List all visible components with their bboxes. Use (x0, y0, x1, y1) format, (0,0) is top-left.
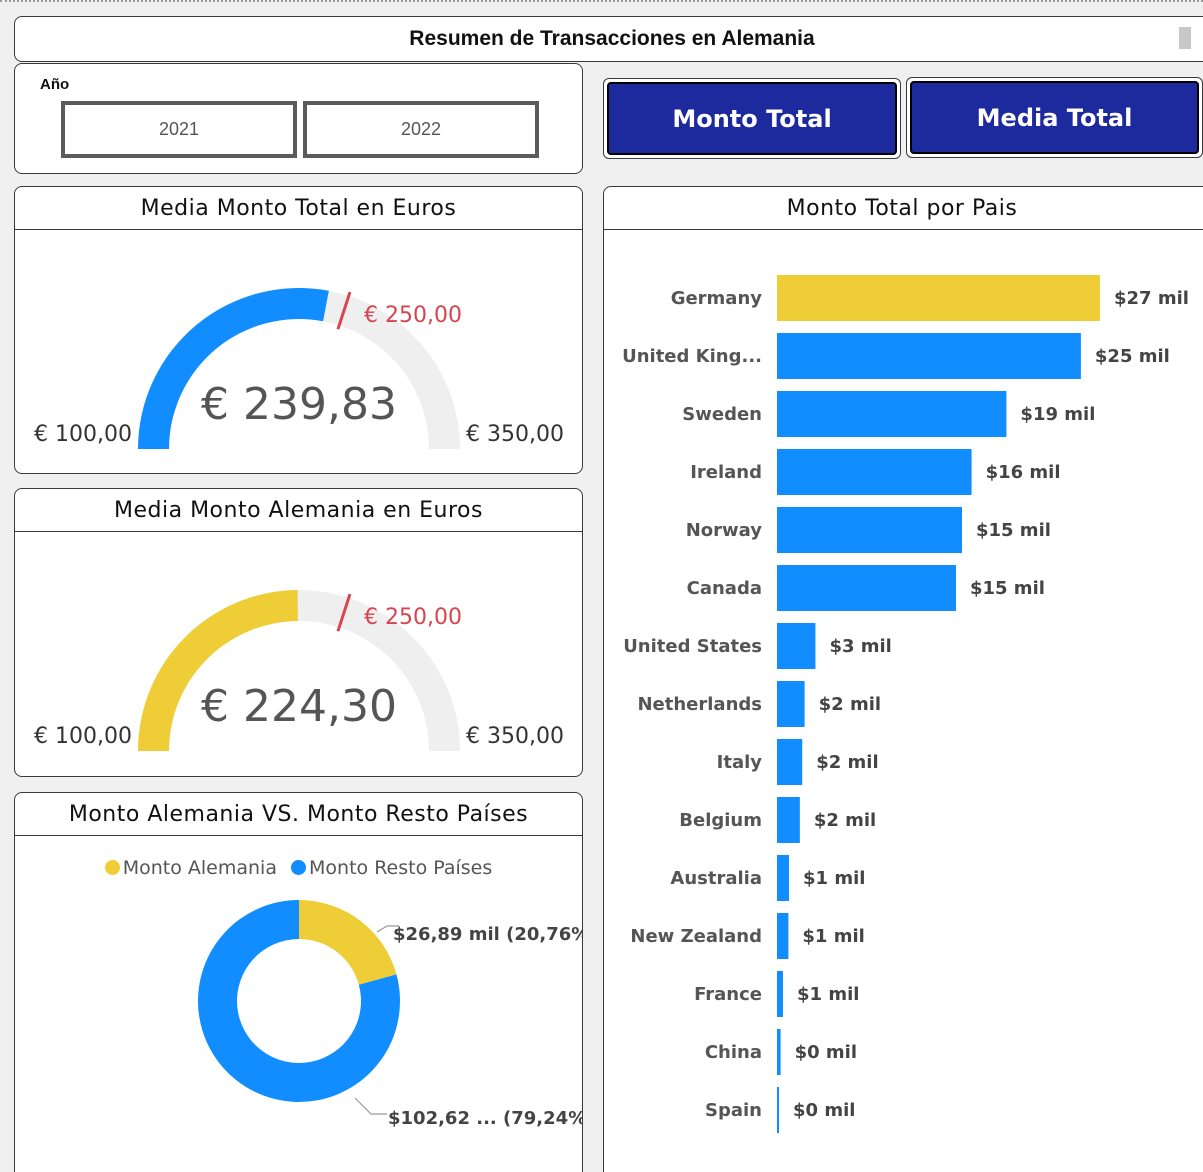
gauge-min-label: € 100,00 (34, 422, 132, 447)
bar-united-king[interactable] (777, 333, 1081, 379)
gauge-title: Media Monto Total en Euros (15, 187, 582, 230)
bar-spain[interactable] (777, 1087, 779, 1133)
bar-value-label: $2 mil (816, 752, 878, 773)
bar-value-label: $2 mil (814, 810, 876, 831)
report-header: Resumen de Transacciones en Alemania (14, 16, 1203, 62)
donut-panel: Monto Alemania VS. Monto Resto Países Mo… (14, 792, 583, 1172)
gauge-target-label: € 250,00 (364, 605, 462, 630)
bar-value-label: $16 mil (986, 462, 1061, 483)
media-total-label: Media Total (910, 81, 1199, 154)
bar-value-label: $0 mil (793, 1100, 855, 1121)
bar-united-states[interactable] (777, 623, 816, 669)
bar-category-label: Netherlands (637, 694, 762, 715)
bar-canada[interactable] (777, 565, 956, 611)
bar-category-label: United States (623, 636, 762, 657)
gauge-max-label: € 350,00 (466, 422, 564, 447)
gauge-min-label: € 100,00 (34, 724, 132, 749)
year-2021-button[interactable]: 2021 (61, 101, 297, 158)
slicer-label: Año (40, 76, 70, 93)
bar-value-label: $1 mil (797, 984, 859, 1005)
gauge-value-label: € 224,30 (201, 681, 397, 732)
legend-item-alemania[interactable]: Monto Alemania (104, 857, 277, 879)
bar-chart: Germany $27 mil United King... $25 mil Swede… (622, 275, 1189, 1133)
bar-category-label: Norway (686, 520, 763, 541)
legend-item-resto[interactable]: Monto Resto Países (291, 857, 492, 879)
bar-value-label: $15 mil (970, 578, 1045, 599)
bar-category-label: Spain (705, 1100, 762, 1121)
bar-norway[interactable] (777, 507, 962, 553)
bar-category-label: Germany (671, 288, 763, 309)
legend-dot (291, 860, 307, 875)
bar-france[interactable] (777, 971, 784, 1017)
bar-italy[interactable] (777, 739, 803, 785)
report-title: Resumen de Transacciones en Alemania (409, 27, 815, 50)
monto-total-label: Monto Total (607, 82, 897, 155)
bar-value-label: $3 mil (829, 636, 891, 657)
bar-value-label: $0 mil (795, 1042, 857, 1063)
bar-netherlands[interactable] (777, 681, 805, 727)
bar-category-label: Australia (670, 868, 762, 889)
donut-label-alemania: $26,89 mil (20,76%) (393, 924, 583, 945)
gauge-panel-alemania: Media Monto Alemania en Euros € 250,00 €… (14, 488, 583, 777)
bar-category-label: France (694, 984, 762, 1005)
bar-value-label: $1 mil (802, 926, 864, 947)
gauge-max-label: € 350,00 (466, 724, 564, 749)
bar-category-label: Canada (687, 578, 762, 599)
media-total-button[interactable]: Media Total (906, 77, 1203, 158)
gauge-target-label: € 250,00 (364, 303, 462, 328)
donut-chart: $26,89 mil (20,76%) $102,62 ... (79,24%) (198, 900, 583, 1129)
bar-category-label: United King... (622, 346, 762, 367)
gauge-panel-total: Media Monto Total en Euros € 250,00 € 23… (14, 186, 583, 474)
bar-chart-panel: Monto Total por Pais Germany $27 mil Unite… (603, 186, 1203, 1172)
gauge-value-label: € 239,83 (201, 379, 397, 430)
donut-slice-alemania[interactable] (299, 900, 397, 985)
gauge-chart: € 250,00 € 224,30 € 100,00 € 350,00 (34, 590, 564, 751)
bar-australia[interactable] (777, 855, 790, 901)
bar-value-label: $2 mil (819, 694, 881, 715)
bar-germany[interactable] (777, 275, 1100, 321)
bar-category-label: Italy (717, 752, 763, 773)
year-slicer: Año 2021 2022 (14, 63, 583, 174)
gauge-title: Media Monto Alemania en Euros (15, 489, 582, 532)
bar-category-label: Sweden (682, 404, 762, 425)
bar-value-label: $25 mil (1095, 346, 1170, 367)
bar-category-label: Belgium (679, 810, 762, 831)
legend-label: Monto Resto Países (309, 857, 493, 879)
monto-total-button[interactable]: Monto Total (603, 78, 901, 159)
scrollbar-thumb[interactable] (1179, 27, 1191, 49)
bar-new-zealand[interactable] (777, 913, 789, 959)
bar-category-label: New Zealand (630, 926, 762, 947)
bar-category-label: China (705, 1042, 762, 1063)
bar-china[interactable] (777, 1029, 781, 1075)
gauge-chart: € 250,00 € 239,83 € 100,00 € 350,00 (34, 288, 564, 449)
bar-belgium[interactable] (777, 797, 800, 843)
bar-sweden[interactable] (777, 391, 1007, 437)
bar-value-label: $19 mil (1020, 404, 1095, 425)
donut-label-resto: $102,62 ... (79,24%) (388, 1108, 583, 1129)
bar-ireland[interactable] (777, 449, 972, 495)
top-border (0, 0, 1203, 6)
leader-line-resto (354, 1097, 387, 1115)
bar-value-label: $27 mil (1114, 288, 1189, 309)
bar-category-label: Ireland (690, 462, 762, 483)
bar-value-label: $1 mil (803, 868, 865, 889)
legend-dot (104, 860, 120, 875)
legend-label: Monto Alemania (122, 857, 277, 879)
year-2022-button[interactable]: 2022 (303, 101, 539, 158)
donut-title: Monto Alemania VS. Monto Resto Países (15, 793, 582, 836)
bar-chart-title: Monto Total por Pais (604, 187, 1203, 230)
bar-value-label: $15 mil (976, 520, 1051, 541)
donut-legend: Monto Alemania Monto Resto Países (15, 857, 582, 879)
